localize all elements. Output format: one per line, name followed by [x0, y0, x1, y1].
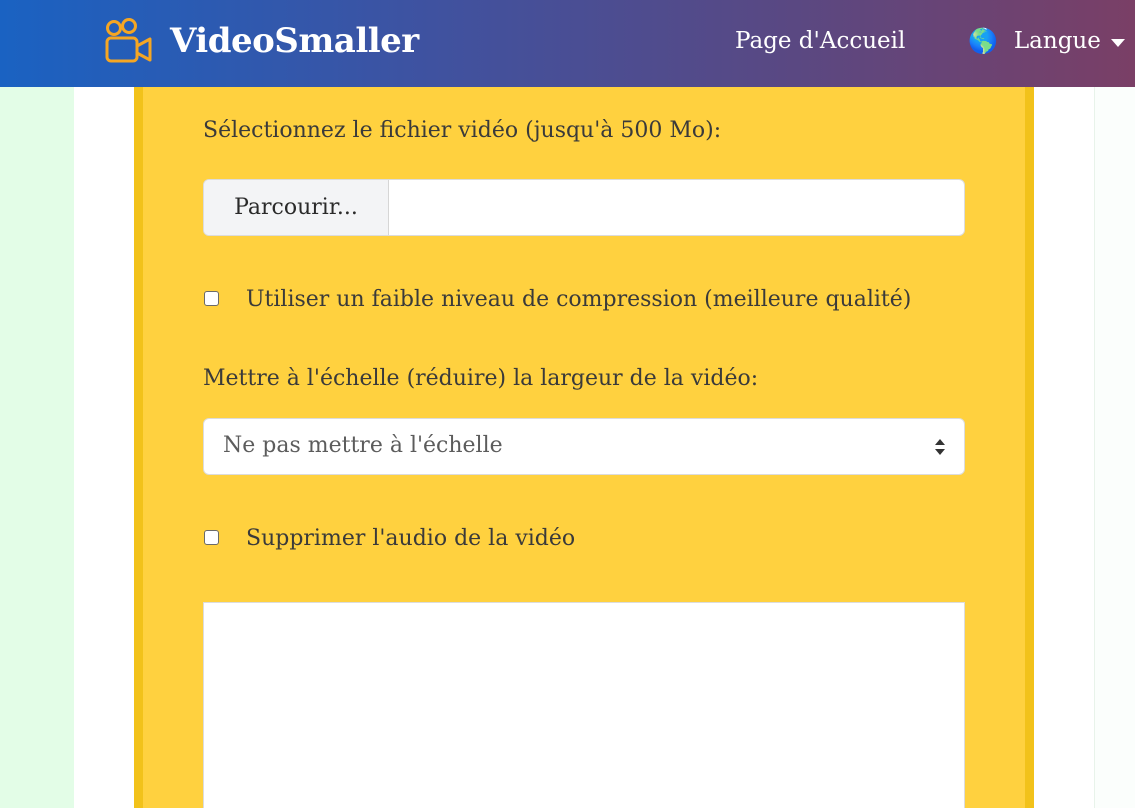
caret-down-icon	[1110, 39, 1125, 47]
browse-button[interactable]: Parcourir...	[204, 180, 389, 235]
remove-audio-checkbox[interactable]	[204, 530, 219, 545]
top-navbar: VideoSmaller Page d'Accueil 🌎 Langue	[0, 0, 1135, 87]
scale-width-selected-value: Ne pas mettre à l'échelle	[223, 433, 503, 458]
language-label: Langue	[1013, 28, 1101, 54]
language-dropdown[interactable]: 🌎 Langue	[968, 24, 1125, 58]
file-select-label: Sélectionnez le fichier vidéo (jusqu'à 5…	[203, 118, 722, 143]
remove-audio-label[interactable]: Supprimer l'audio de la vidéo	[246, 524, 575, 554]
video-camera-icon	[104, 18, 154, 64]
nav-link-home[interactable]: Page d'Accueil	[735, 24, 905, 58]
scale-width-select[interactable]: Ne pas mettre à l'échelle	[203, 418, 965, 475]
preview-area	[203, 602, 965, 808]
globe-icon: 🌎	[968, 27, 998, 55]
brand[interactable]: VideoSmaller	[104, 16, 419, 66]
selected-file-name[interactable]	[389, 180, 964, 235]
low-compression-label[interactable]: Utiliser un faible niveau de compression…	[246, 285, 911, 315]
brand-name[interactable]: VideoSmaller	[170, 21, 419, 61]
select-arrows-icon	[934, 437, 946, 457]
low-compression-checkbox[interactable]	[204, 291, 219, 306]
video-file-input[interactable]: Parcourir...	[203, 179, 965, 236]
scale-width-label: Mettre à l'échelle (réduire) la largeur …	[203, 366, 759, 391]
right-gutter	[1094, 87, 1135, 808]
